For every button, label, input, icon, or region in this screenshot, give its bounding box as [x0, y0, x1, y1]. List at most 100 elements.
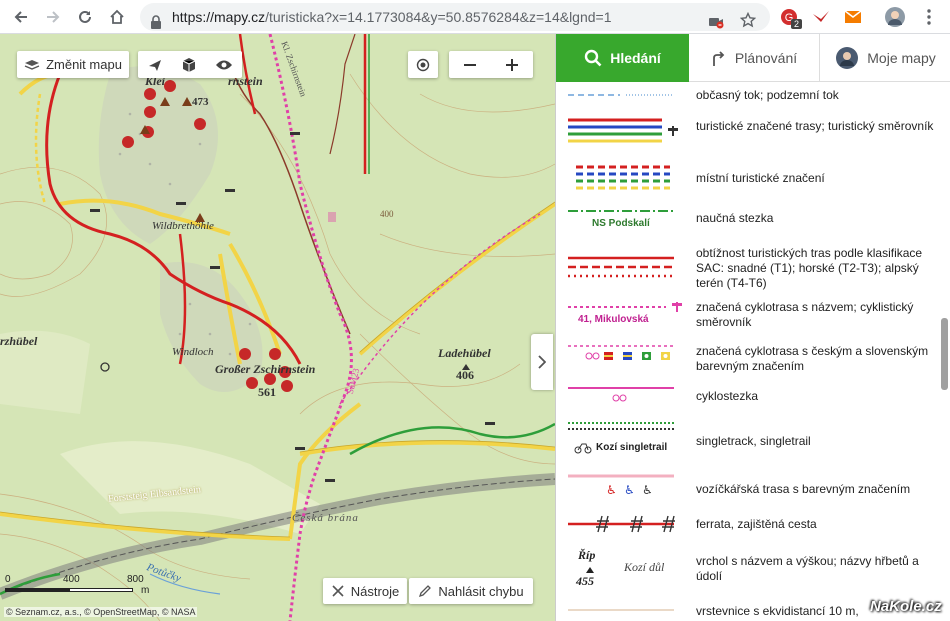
legend-row: Kozí singletrail singletrack, singletrai… [556, 420, 944, 460]
layers-icon [24, 59, 40, 70]
legend-symbol-cycle-colored [568, 345, 674, 360]
search-icon [585, 49, 602, 67]
contour-label-400: 400 [380, 209, 394, 219]
legend-text: obtížnost turistických tras podle klasif… [696, 246, 923, 290]
extension-badge: 2 [790, 19, 802, 29]
url-host: https://mapy.cz [172, 9, 266, 25]
place-ceskabrana: Česká brána [292, 512, 359, 524]
legend-row: Říp 455 Kozí důl vrchol s názvem a výško… [556, 546, 944, 592]
tools-icon [332, 585, 344, 597]
legend-row: NS Podskalí naučná stezka [556, 206, 944, 240]
legend-row: cyklostezka [556, 384, 944, 410]
legend-row: místní turistické značení [556, 162, 944, 196]
forward-icon[interactable] [40, 4, 66, 30]
tools-label: Nástroje [350, 583, 400, 599]
legend-symbol-nature-trail [568, 210, 674, 212]
legend-text: značená cyklotrasa s názvem; cyklistický… [696, 300, 914, 329]
legend-row: obtížnost turistických tras podle klasif… [556, 246, 944, 298]
legend-row: ♿ ♿ ♿ vozíčkářská trasa s barevným znače… [556, 472, 944, 504]
change-map-button[interactable]: Změnit mapu [17, 51, 129, 78]
report-error-button[interactable]: Nahlásit chybu [409, 578, 533, 604]
bike-icon [574, 443, 592, 454]
legend-text: vozíčkářská trasa s barevným značením [696, 482, 911, 496]
tab-planning-label: Plánování [734, 50, 798, 66]
elevation-561: 561 [258, 385, 276, 399]
legend-row: ferrata, zajištěná cesta [556, 512, 944, 540]
map-canvas[interactable]: Klei rnstein 473 Wildbrethöhle Windloch … [0, 34, 555, 621]
scale-label-0: 0 [5, 574, 11, 585]
star-icon[interactable] [739, 9, 757, 37]
legend-symbol-ferrata [568, 515, 675, 533]
panel-tabs: Hledání Plánování Moje mapy [556, 34, 950, 82]
locate-icon [416, 58, 430, 71]
address-bar[interactable]: https://mapy.cz/turisticka?x=14.1773084&… [140, 3, 770, 31]
legend-symbol-contours [568, 609, 674, 611]
home-icon[interactable] [104, 4, 130, 30]
svg-text:♿: ♿ [642, 483, 653, 497]
legend-text: ferrata, zajištěná cesta [696, 517, 817, 531]
legend-row: značená cyklotrasa s českým a slovenským… [556, 344, 944, 380]
elevation-473: 473 [192, 96, 209, 108]
scale-label-400: 400 [63, 574, 80, 585]
tab-search[interactable]: Hledání [556, 34, 689, 82]
legend-sym-label-cycle: 41, Mikulovská [578, 314, 649, 325]
legend-text: místní turistické značení [696, 171, 825, 185]
scale-label-800: 800 [127, 574, 144, 585]
reload-icon[interactable] [72, 4, 98, 30]
legend-text: občasný tok; podzemní tok [696, 88, 839, 102]
route-turn-icon [712, 51, 725, 66]
back-icon[interactable] [8, 4, 34, 30]
peak-triangle-icon [586, 567, 594, 573]
cube-3d-icon[interactable] [181, 57, 197, 73]
side-panel: Hledání Plánování Moje mapy občasný tok;… [555, 34, 950, 621]
tab-my-maps-label: Moje mapy [867, 50, 936, 66]
place-windloch: Windloch [172, 346, 214, 358]
place-grosser: Großer Zschirnstein [215, 362, 316, 376]
legend-symbol-cycleway [568, 387, 674, 402]
legend-row: turistické značené trasy; turistický smě… [556, 116, 944, 152]
map-mode-group [138, 51, 242, 78]
legend-sym-peak-name: Říp [578, 548, 596, 562]
legend-sym-label-ns: NS Podskalí [592, 218, 650, 229]
zoom-in-icon[interactable] [505, 58, 519, 72]
mail-icon[interactable] [842, 6, 864, 28]
legend-sym-peak-elev: 455 [576, 574, 594, 588]
map-drawing [0, 34, 555, 621]
locate-button[interactable] [408, 51, 438, 78]
legend-text: vrchol s názvem a výškou; názvy hřbetů a… [696, 554, 919, 583]
legend-sym-ridge: Kozí důl [624, 560, 665, 574]
place-wildbret: Wildbrethöhle [152, 220, 214, 232]
map-attribution[interactable]: © Seznam.cz, a.s., © OpenStreetMap, © NA… [4, 607, 198, 617]
url-path: /turisticka?x=14.1773084&y=50.8576284&z=… [265, 9, 612, 25]
report-error-label: Nahlásit chybu [438, 583, 524, 599]
legend-symbol-marked-trails [568, 118, 678, 143]
legend-symbol-sac-difficulty [568, 256, 674, 278]
extension-icon[interactable]: G 2 [778, 6, 802, 29]
place-ladehubel: Ladehübel [438, 346, 491, 360]
user-avatar [836, 47, 859, 69]
zoom-out-icon[interactable] [463, 58, 477, 72]
profile-avatar[interactable] [884, 6, 906, 28]
change-map-label: Změnit mapu [46, 57, 122, 72]
legend-symbol-stream [568, 94, 674, 96]
tab-planning[interactable]: Plánování [689, 34, 820, 82]
legend-symbol-singletrack [568, 422, 674, 430]
panel-scrollbar[interactable] [941, 318, 948, 390]
eye-icon[interactable] [215, 58, 233, 72]
tools-button[interactable]: Nástroje [323, 578, 407, 604]
airplane-icon[interactable] [147, 57, 163, 73]
legend-text: značená cyklotrasa s českým a slovenským… [696, 344, 929, 373]
menu-dots-icon[interactable] [918, 6, 940, 28]
pencil-icon [419, 585, 432, 598]
legend-symbol-cycle-route [568, 302, 682, 312]
legend-text: singletrack, singletrail [696, 434, 811, 448]
bird-extension-icon[interactable] [810, 6, 832, 28]
legend-text: naučná stezka [696, 211, 774, 225]
collapse-panel-button[interactable] [531, 334, 553, 390]
watermark: NaKole.cz [870, 598, 942, 615]
elevation-406: 406 [456, 368, 474, 382]
scale-bar: 0 400 800 m [5, 574, 155, 604]
tab-my-maps[interactable]: Moje mapy [820, 34, 950, 82]
chevron-right-icon [538, 355, 546, 369]
svg-text:♿: ♿ [606, 483, 617, 497]
